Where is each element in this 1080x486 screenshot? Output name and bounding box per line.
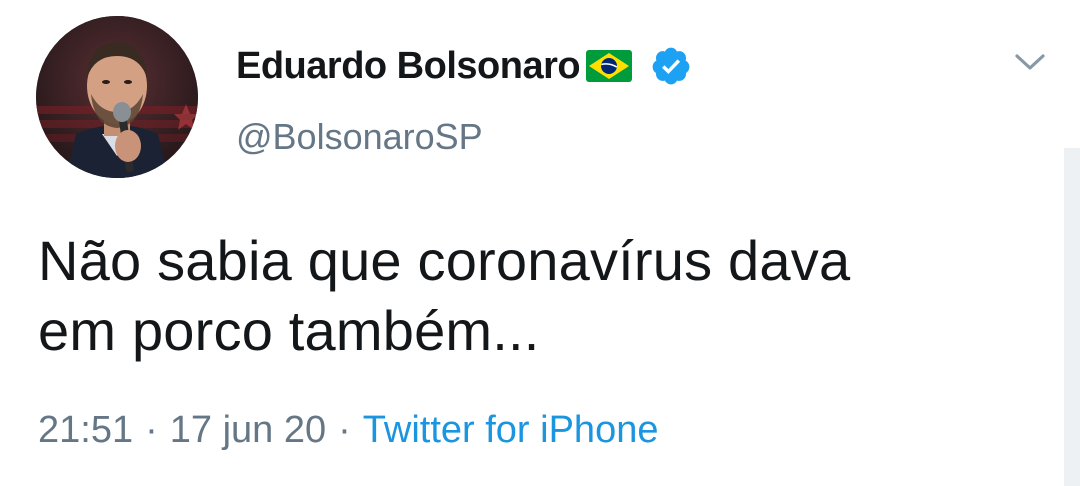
author-handle[interactable]: @BolsonaroSP — [236, 115, 483, 159]
verified-badge-icon — [650, 45, 692, 87]
avatar-photo-icon — [36, 16, 198, 178]
tweet-time[interactable]: 21:51 — [38, 402, 133, 458]
author-name-row[interactable]: Eduardo Bolsonaro — [236, 42, 692, 90]
avatar[interactable] — [36, 16, 198, 178]
chevron-down-icon[interactable] — [1010, 44, 1050, 80]
tweet-text-line-2: em porco também... — [38, 299, 540, 362]
meta-separator: · — [145, 409, 158, 451]
scrollbar-track[interactable] — [1064, 148, 1080, 486]
tweet-date[interactable]: 17 jun 20 — [170, 402, 326, 458]
tweet-text-line-1: Não sabia que coronavírus dava — [38, 229, 851, 292]
tweet-card: Eduardo Bolsonaro @BolsonaroSP Não sabia… — [0, 0, 1080, 486]
tweet-metadata: 21:51 · 17 jun 20 · Twitter for iPhone — [38, 402, 658, 458]
brazil-flag-icon — [586, 50, 633, 82]
tweet-source-link[interactable]: Twitter for iPhone — [363, 402, 659, 458]
tweet-text: Não sabia que coronavírus dava em porco … — [38, 226, 1018, 366]
display-name[interactable]: Eduardo Bolsonaro — [236, 42, 581, 90]
meta-separator: · — [338, 409, 351, 451]
